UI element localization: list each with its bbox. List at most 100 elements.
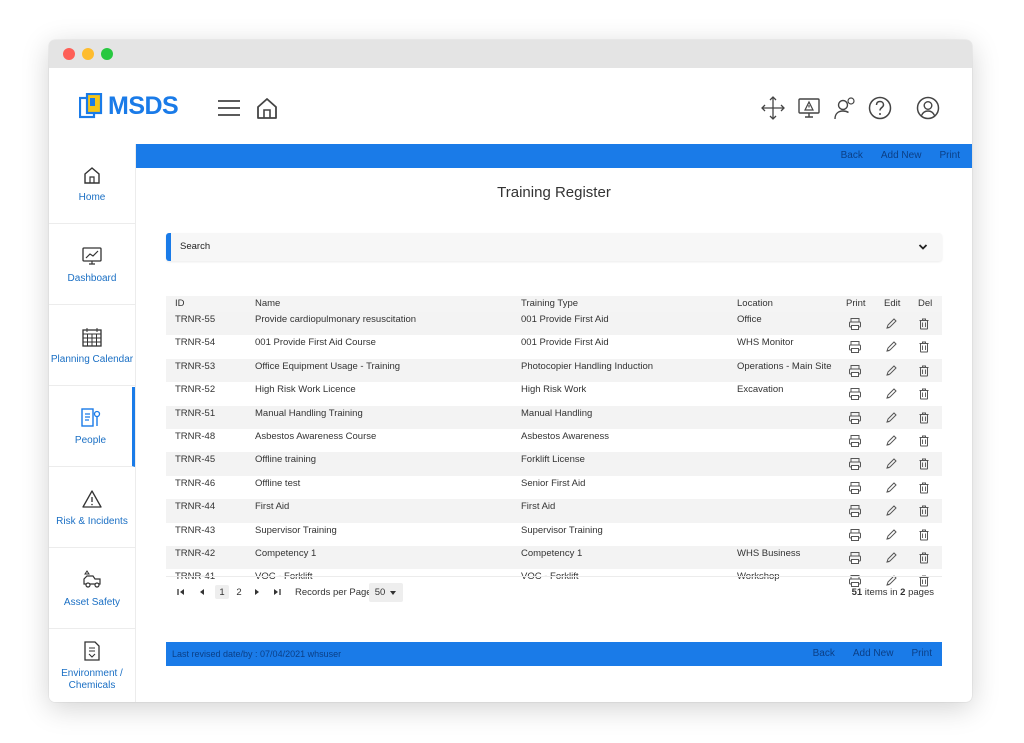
pencil-icon[interactable]	[884, 364, 898, 378]
last-page-icon[interactable]	[272, 585, 282, 599]
column-header-edit: Edit	[884, 298, 901, 309]
pages-label: pages	[908, 587, 934, 598]
action-bar-bottom: Last revised date/by : 07/04/2021 whsuse…	[166, 642, 942, 666]
pencil-icon[interactable]	[884, 387, 898, 401]
printer-icon[interactable]	[848, 457, 862, 471]
trash-icon[interactable]	[917, 317, 931, 331]
pencil-icon[interactable]	[884, 317, 898, 331]
page-2-button[interactable]: 2	[232, 585, 246, 599]
maximize-window-button[interactable]	[101, 48, 113, 60]
table-row[interactable]: TRNR-43 Supervisor Training Supervisor Tra…	[166, 522, 942, 546]
add-new-link[interactable]: Add New	[853, 648, 894, 659]
next-page-icon[interactable]	[252, 585, 262, 599]
table-row[interactable]: TRNR-48 Asbestos Awareness Course Asbestos…	[166, 428, 942, 453]
sidebar-item-planning-calendar[interactable]: Planning Calendar	[49, 306, 135, 386]
back-link[interactable]: Back	[841, 150, 863, 161]
chevron-down-icon[interactable]	[918, 242, 928, 252]
column-header-location[interactable]: Location	[737, 298, 773, 310]
pencil-icon[interactable]	[884, 457, 898, 471]
cell-id: TRNR-46	[175, 477, 216, 489]
cell-id: TRNR-43	[175, 524, 216, 536]
items-summary: 51 items in 2 pages	[852, 587, 934, 598]
cell-training-type: 001 Provide First Aid	[521, 337, 609, 349]
printer-icon[interactable]	[848, 317, 862, 331]
trash-icon[interactable]	[917, 481, 931, 495]
column-header-id[interactable]: ID	[175, 298, 185, 310]
cell-training-type: First Aid	[521, 501, 556, 513]
table-row[interactable]: TRNR-42 Competency 1 Competency 1 WHS Busin…	[166, 545, 942, 570]
sidebar-item-asset-safety[interactable]: Asset Safety	[49, 549, 135, 629]
table-row[interactable]: TRNR-46 Offline test Senior First Aid	[166, 475, 942, 500]
printer-icon[interactable]	[848, 434, 862, 448]
trash-icon[interactable]	[917, 528, 931, 542]
table-row[interactable]: TRNR-44 First Aid First Aid	[166, 499, 942, 523]
pencil-icon[interactable]	[884, 411, 898, 425]
table-row[interactable]: TRNR-55 Provide cardiopulmonary resuscita…	[166, 312, 942, 336]
search-panel-toggle[interactable]: Search	[166, 233, 942, 261]
print-link[interactable]: Print	[939, 150, 960, 161]
first-page-icon[interactable]	[176, 585, 186, 599]
logo[interactable]: MSDS	[79, 90, 179, 122]
table-row[interactable]: TRNR-51 Manual Handling Training Manual Ha…	[166, 405, 942, 429]
cell-name: Manual Handling Training	[255, 407, 363, 419]
printer-icon[interactable]	[848, 340, 862, 354]
printer-icon[interactable]	[848, 551, 862, 565]
page-1-button[interactable]: 1	[215, 585, 229, 599]
trash-icon[interactable]	[917, 504, 931, 518]
cell-location: WHS Monitor	[737, 337, 794, 349]
cell-training-type: Competency 1	[521, 547, 583, 559]
home-icon[interactable]	[254, 95, 280, 121]
sidebar-item-environment-chemicals[interactable]: Environment / Chemicals	[49, 630, 135, 702]
menu-icon[interactable]	[216, 95, 242, 121]
table-row[interactable]: TRNR-53 Office Equipment Usage - Training…	[166, 358, 942, 383]
trash-icon[interactable]	[917, 434, 931, 448]
table-row[interactable]: TRNR-45 Offline training Forklift License	[166, 452, 942, 476]
logo-icon	[79, 93, 103, 119]
trash-icon[interactable]	[917, 387, 931, 401]
account-icon[interactable]	[915, 95, 941, 121]
trash-icon[interactable]	[917, 551, 931, 565]
move-arrows-icon[interactable]	[760, 95, 786, 121]
printer-icon[interactable]	[848, 411, 862, 425]
help-icon[interactable]	[867, 95, 893, 121]
printer-icon[interactable]	[848, 504, 862, 518]
training-grid: ID Name Training Type Location Print Edi…	[166, 296, 942, 593]
alert-monitor-icon[interactable]	[796, 95, 822, 121]
printer-icon[interactable]	[848, 364, 862, 378]
records-per-page-select[interactable]: 50	[369, 583, 403, 602]
minimize-window-button[interactable]	[82, 48, 94, 60]
pencil-icon[interactable]	[884, 551, 898, 565]
printer-icon[interactable]	[848, 528, 862, 542]
cell-name: High Risk Work Licence	[255, 384, 356, 396]
sidebar-item-home[interactable]: Home	[49, 144, 135, 224]
cell-name: Provide cardiopulmonary resuscitation	[255, 314, 417, 325]
pencil-icon[interactable]	[884, 481, 898, 495]
column-header-name[interactable]: Name	[255, 298, 280, 310]
trash-icon[interactable]	[917, 411, 931, 425]
cell-id: TRNR-54	[175, 337, 216, 349]
column-header-training-type[interactable]: Training Type	[521, 298, 578, 310]
trash-icon[interactable]	[917, 340, 931, 354]
user-settings-icon[interactable]	[832, 95, 858, 121]
sidebar-item-dashboard[interactable]: Dashboard	[49, 225, 135, 305]
pencil-icon[interactable]	[884, 340, 898, 354]
trash-icon[interactable]	[917, 364, 931, 378]
pencil-icon[interactable]	[884, 434, 898, 448]
table-row[interactable]: TRNR-52 High Risk Work Licence High Risk W…	[166, 382, 942, 406]
table-row[interactable]: TRNR-54 001 Provide First Aid Course 001 P…	[166, 335, 942, 359]
previous-page-icon[interactable]	[197, 585, 207, 599]
add-new-link[interactable]: Add New	[881, 150, 922, 161]
printer-icon[interactable]	[848, 387, 862, 401]
back-link[interactable]: Back	[813, 648, 835, 659]
table-header: ID Name Training Type Location Print Edi…	[166, 296, 942, 312]
sidebar-item-risk-incidents[interactable]: Risk & Incidents	[49, 468, 135, 548]
sidebar: Home Dashboard Planning Calendar People …	[49, 144, 136, 702]
close-window-button[interactable]	[63, 48, 75, 60]
pencil-icon[interactable]	[884, 528, 898, 542]
printer-icon[interactable]	[848, 481, 862, 495]
pencil-icon[interactable]	[884, 504, 898, 518]
print-link[interactable]: Print	[911, 648, 932, 659]
page-title: Training Register	[497, 184, 611, 201]
sidebar-item-people[interactable]: People	[49, 387, 135, 467]
trash-icon[interactable]	[917, 457, 931, 471]
